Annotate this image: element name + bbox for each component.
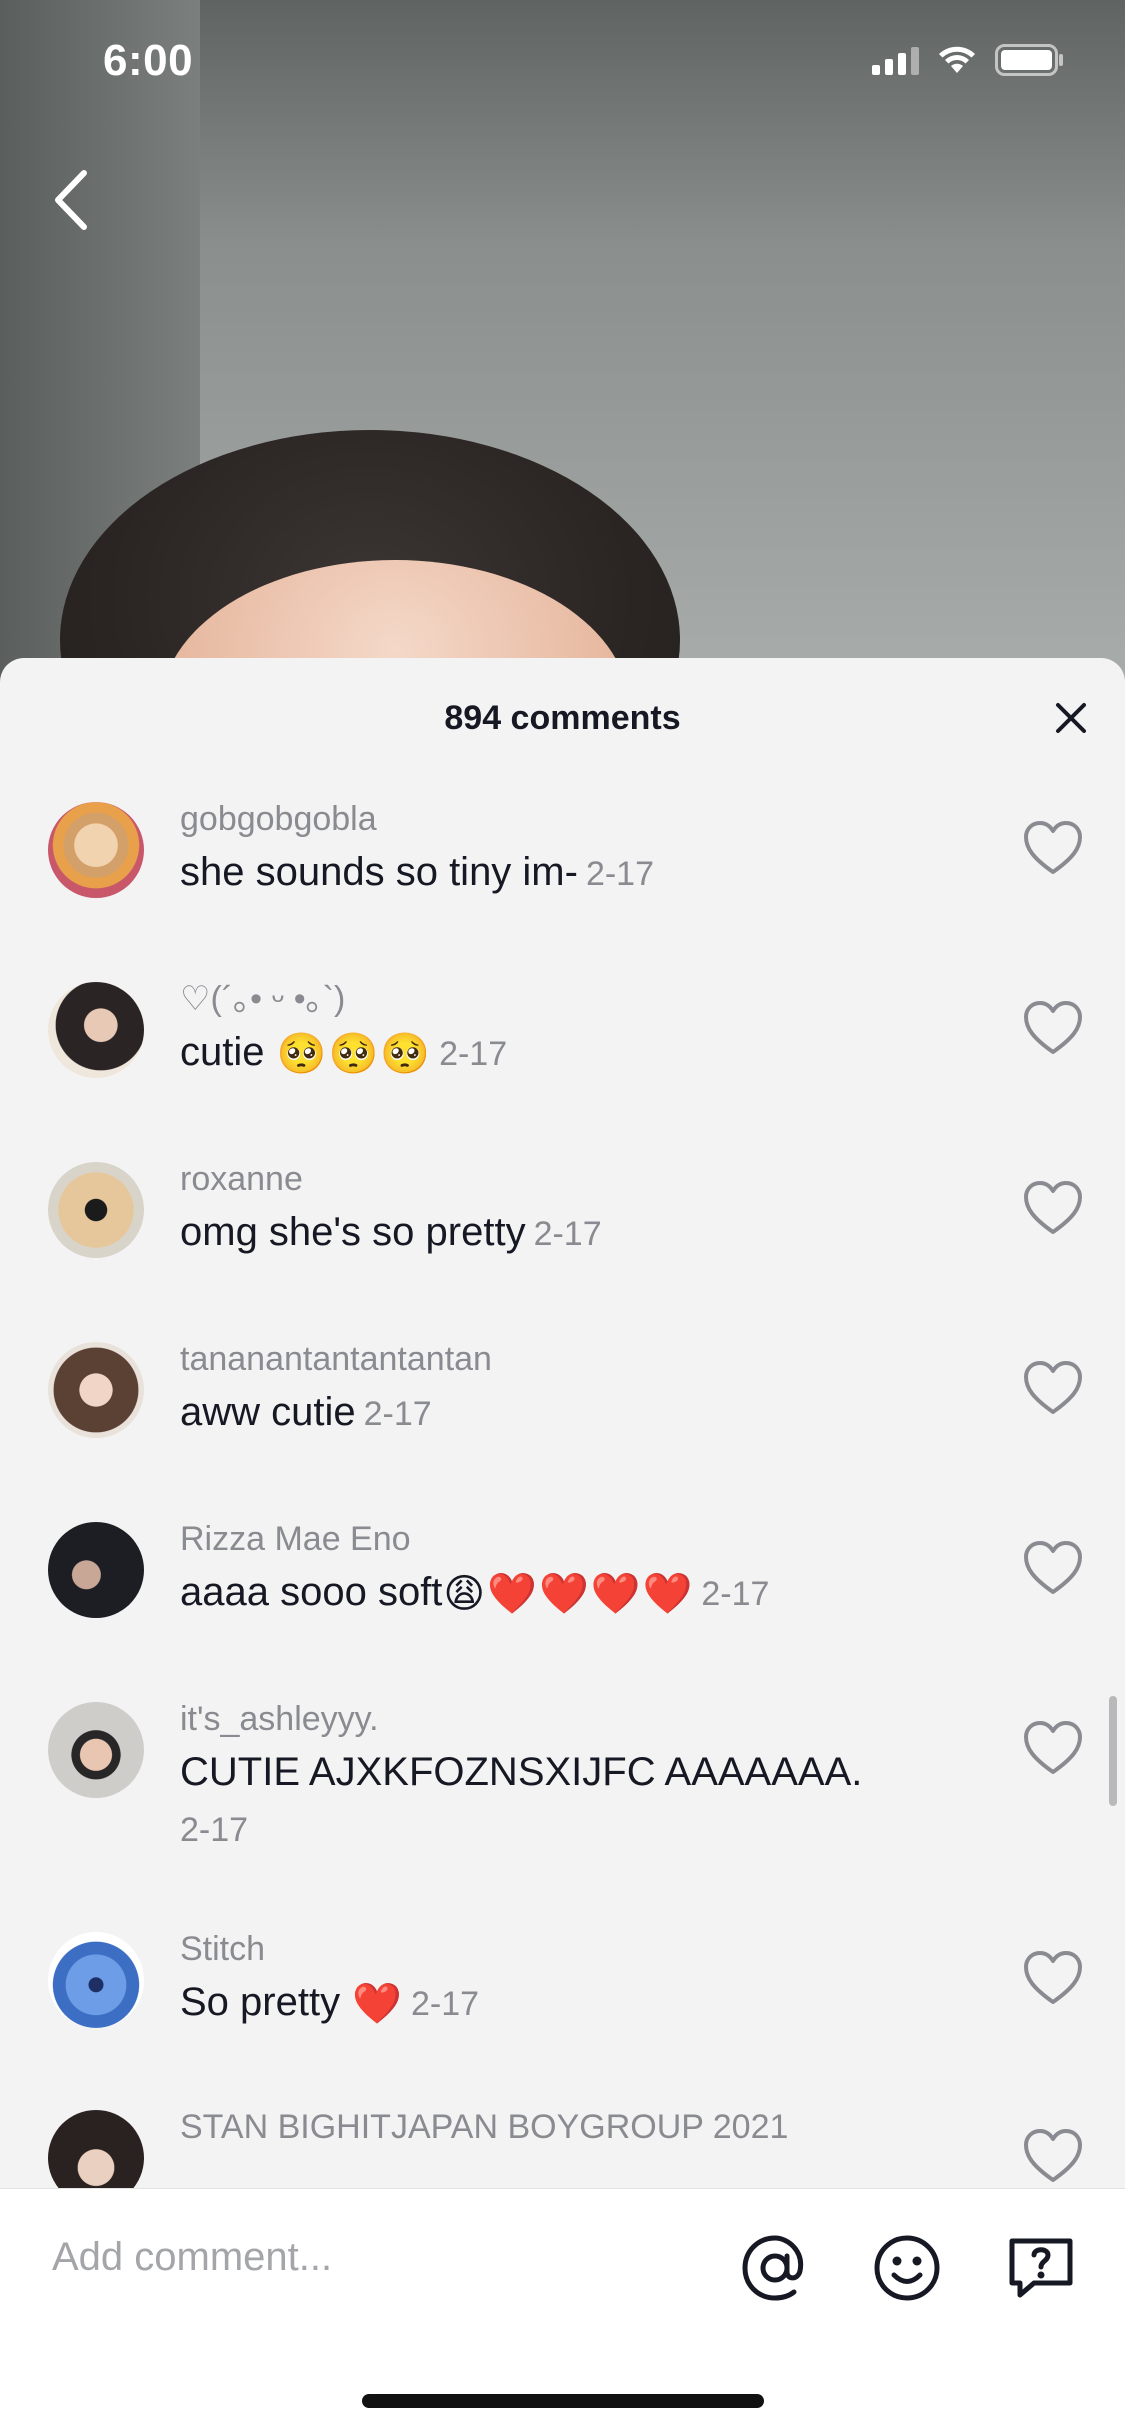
red-heart-emoji: ❤️ xyxy=(538,1572,589,1617)
close-icon xyxy=(1056,703,1086,733)
wifi-icon xyxy=(939,46,975,73)
comment-item: Rizza Mae Eno aaaa sooo soft😩❤️❤️❤️❤️ 2-1… xyxy=(0,1498,1125,1678)
comment-username[interactable]: tananantantantantan xyxy=(180,1336,492,1382)
heart-outline-icon[interactable] xyxy=(1023,1540,1083,1596)
comment-text: aww cutie 2-17 xyxy=(180,1382,492,1444)
comment-text: So pretty ❤️ 2-17 xyxy=(180,1972,479,2034)
cellular-signal-icon xyxy=(872,45,919,75)
avatar[interactable] xyxy=(48,1342,144,1438)
comment-body: aaaa sooo soft xyxy=(180,1570,443,1614)
comments-sheet: 894 comments gobgobgobla she sounds so t… xyxy=(0,658,1125,2436)
comment-time: 2-17 xyxy=(585,855,655,893)
comment-body: she sounds so tiny im- xyxy=(180,850,578,894)
status-time: 6:00 xyxy=(103,36,194,85)
comment-text: she sounds so tiny im- 2-17 xyxy=(180,842,654,904)
pleading-face-emoji: 🥺 xyxy=(328,1032,379,1077)
comment-username[interactable]: ♡(´｡• ᵕ •｡`) xyxy=(180,976,507,1022)
comment-list[interactable]: gobgobgobla she sounds so tiny im- 2-17 ♡… xyxy=(0,778,1125,2188)
red-heart-emoji: ❤️ xyxy=(352,1982,403,2027)
avatar[interactable] xyxy=(48,1702,144,1798)
heart-outline-icon[interactable] xyxy=(1023,2128,1083,2184)
comment-username[interactable]: roxanne xyxy=(180,1156,602,1202)
comment-time: 2-17 xyxy=(411,1985,480,2023)
comment-body: So pretty xyxy=(180,1980,341,2024)
scrollbar-thumb[interactable] xyxy=(1109,1696,1117,1806)
comment-username[interactable]: it's_ashleyyy. xyxy=(180,1696,862,1742)
comment-username[interactable]: Rizza Mae Eno xyxy=(180,1516,769,1562)
status-icons xyxy=(872,44,1065,76)
heart-outline-icon[interactable] xyxy=(1023,1000,1083,1056)
smiley-icon[interactable] xyxy=(872,2233,942,2303)
heart-outline-icon[interactable] xyxy=(1023,820,1083,876)
avatar[interactable] xyxy=(48,1162,144,1258)
close-button[interactable] xyxy=(1051,698,1091,738)
add-comment-input[interactable]: Add comment... xyxy=(52,2235,332,2280)
comment-item: roxanne omg she's so pretty 2-17 xyxy=(0,1138,1125,1318)
weary-face-emoji: 😩 xyxy=(443,1572,486,1617)
comment-item: it's_ashleyyy. CUTIE AJXKFOZNSXIJFC AAAA… xyxy=(0,1678,1125,1918)
comment-username[interactable]: gobgobgobla xyxy=(180,796,654,842)
comment-time: 2-17 xyxy=(180,1811,249,1849)
comment-time: 2-17 xyxy=(701,1575,770,1613)
avatar[interactable] xyxy=(48,1522,144,1618)
comment-username[interactable]: STAN BIGHITJAPAN BOYGROUP 2021 xyxy=(180,2104,788,2150)
comment-body: aww cutie xyxy=(180,1390,356,1434)
comment-time: 2-17 xyxy=(439,1035,508,1073)
comment-body: CUTIE AJXKFOZNSXIJFC AAAAAAA. xyxy=(180,1750,863,1794)
heart-outline-icon[interactable] xyxy=(1023,1360,1083,1416)
heart-outline-icon[interactable] xyxy=(1023,1720,1083,1776)
red-heart-emoji: ❤️ xyxy=(590,1572,641,1617)
comment-item: ♡(´｡• ᵕ •｡`) cutie 🥺🥺🥺 2-17 xyxy=(0,958,1125,1138)
avatar[interactable] xyxy=(48,982,144,1078)
comment-body: omg she's so pretty xyxy=(180,1210,526,1254)
sheet-header: 894 comments xyxy=(0,658,1125,778)
comment-text: omg she's so pretty 2-17 xyxy=(180,1202,602,1264)
comment-item: STAN BIGHITJAPAN BOYGROUP 2021 xyxy=(0,2098,1125,2188)
comments-count-title: 894 comments xyxy=(444,698,681,737)
heart-outline-icon[interactable] xyxy=(1023,1180,1083,1236)
back-button[interactable] xyxy=(40,160,100,240)
battery-icon xyxy=(995,44,1063,76)
red-heart-emoji: ❤️ xyxy=(642,1572,693,1617)
comment-time: 2-17 xyxy=(363,1395,432,1433)
red-heart-emoji: ❤️ xyxy=(487,1572,537,1617)
question-bubble-icon[interactable] xyxy=(1006,2233,1076,2303)
at-sign-icon[interactable] xyxy=(740,2233,810,2303)
comment-text: cutie 🥺🥺🥺 2-17 xyxy=(180,1022,507,1084)
home-indicator[interactable] xyxy=(362,2394,764,2408)
status-bar: 6:00 xyxy=(0,0,1125,120)
comment-item: gobgobgobla she sounds so tiny im- 2-17 xyxy=(0,778,1125,958)
avatar[interactable] xyxy=(48,1932,144,2028)
chevron-left-icon xyxy=(55,170,87,230)
comment-item: Stitch So pretty ❤️ 2-17 xyxy=(0,1918,1125,2098)
comment-text: aaaa sooo soft😩❤️❤️❤️❤️ 2-17 xyxy=(180,1562,769,1624)
pleading-face-emoji: 🥺 xyxy=(380,1032,431,1077)
comment-body: cutie xyxy=(180,1030,265,1074)
comment-item: tananantantantantan aww cutie 2-17 xyxy=(0,1318,1125,1498)
heart-outline-icon[interactable] xyxy=(1023,1950,1083,2006)
avatar[interactable] xyxy=(48,802,144,898)
comment-username[interactable]: Stitch xyxy=(180,1926,479,1972)
avatar[interactable] xyxy=(48,2110,144,2188)
comment-time: 2-17 xyxy=(533,1215,602,1253)
pleading-face-emoji: 🥺 xyxy=(276,1032,327,1077)
